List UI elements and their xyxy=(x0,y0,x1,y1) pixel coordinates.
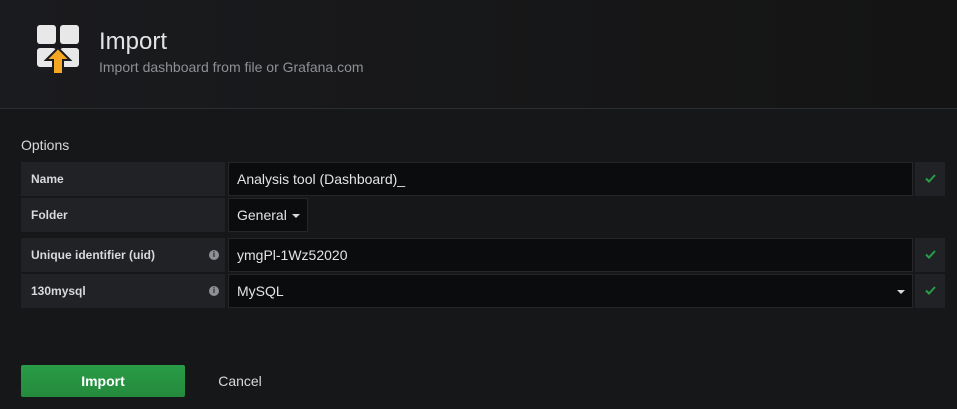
chevron-down-icon xyxy=(897,290,905,294)
check-icon xyxy=(925,286,936,295)
folder-select-value: General xyxy=(237,207,287,223)
info-icon[interactable]: i xyxy=(209,250,219,260)
page-title: Import xyxy=(99,28,168,55)
uid-input[interactable]: ymgPl-1Wz52020 xyxy=(228,238,913,272)
folder-select[interactable]: General xyxy=(228,198,308,232)
folder-row: Folder General xyxy=(21,198,945,232)
datasource-select[interactable]: MySQL xyxy=(228,274,913,308)
page-subtitle: Import dashboard from file or Grafana.co… xyxy=(99,59,364,75)
chevron-down-icon xyxy=(292,214,300,218)
name-input[interactable]: Analysis tool (Dashboard)_ xyxy=(228,162,913,196)
uid-row: Unique identifier (uid) i ymgPl-1Wz52020 xyxy=(21,238,945,272)
uid-valid-indicator xyxy=(915,238,945,272)
datasource-row: 130mysql i MySQL xyxy=(21,274,945,308)
dashboard-import-icon xyxy=(36,24,82,76)
datasource-valid-indicator xyxy=(915,274,945,308)
uid-label-text: Unique identifier (uid) xyxy=(31,248,155,262)
datasource-label-text: 130mysql xyxy=(31,284,86,298)
name-row: Name Analysis tool (Dashboard)_ xyxy=(21,162,945,196)
folder-label: Folder xyxy=(21,198,225,232)
info-icon[interactable]: i xyxy=(209,286,219,296)
uid-label: Unique identifier (uid) i xyxy=(21,238,225,272)
name-label: Name xyxy=(21,162,225,196)
datasource-label: 130mysql i xyxy=(21,274,225,308)
options-section-title: Options xyxy=(21,137,70,153)
check-icon xyxy=(925,250,936,259)
cancel-button[interactable]: Cancel xyxy=(207,365,273,397)
datasource-select-value: MySQL xyxy=(237,283,284,299)
name-valid-indicator xyxy=(915,162,945,196)
import-button[interactable]: Import xyxy=(21,365,185,397)
check-icon xyxy=(925,174,936,183)
page-header: Import Import dashboard from file or Gra… xyxy=(0,0,957,109)
